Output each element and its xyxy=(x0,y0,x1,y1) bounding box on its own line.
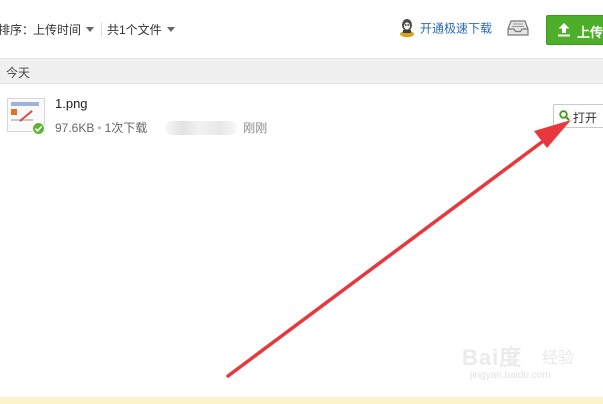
baidu-jingyan-watermark: Bai度 经验 jingyan.baidu.com xyxy=(462,334,602,390)
upload-label: 上传 xyxy=(577,25,603,40)
check-icon xyxy=(32,122,45,135)
speed-download-label: 开通极速下载 xyxy=(420,21,493,36)
open-button[interactable]: 打开 xyxy=(553,104,603,128)
watermark-jingyan: 经验 xyxy=(542,350,575,367)
file-toolbar: 排序： 上传时间 共1个文件 开通极速下载 上传 xyxy=(0,0,603,59)
chevron-down-icon xyxy=(166,27,175,32)
open-label: 打开 xyxy=(573,111,598,125)
download-count: 1次下载 xyxy=(104,121,148,135)
watermark-url: jingyan.baidu.com xyxy=(470,370,551,381)
chevron-down-icon xyxy=(86,27,95,32)
magnifier-icon xyxy=(559,110,570,121)
upload-button[interactable]: 上传 xyxy=(546,15,603,45)
file-count: 共1个文件 xyxy=(107,23,162,37)
offline-download-button[interactable] xyxy=(507,18,529,41)
tray-icon xyxy=(507,20,529,36)
date-group-header: 今天 xyxy=(0,59,603,84)
sort-label: 排序： xyxy=(0,23,35,37)
sort-value: 上传时间 xyxy=(33,23,82,37)
upload-icon xyxy=(558,23,570,37)
toolbar-divider xyxy=(101,22,102,36)
file-count-dropdown[interactable]: 共1个文件 xyxy=(107,21,175,38)
file-size: 97.6KB xyxy=(55,121,95,135)
file-row[interactable]: 1.png 97.6KB • 1次下载 刚刚 xyxy=(0,84,603,144)
sort-dropdown[interactable]: 上传时间 xyxy=(33,21,95,38)
file-meta: 97.6KB • 1次下载 刚刚 xyxy=(55,119,267,136)
speed-download-link[interactable]: 开通极速下载 xyxy=(398,18,492,38)
meta-separator: • xyxy=(97,121,102,135)
bottom-notice-strip xyxy=(0,397,603,404)
date-group-title: 今天 xyxy=(6,66,31,80)
upload-time: 刚刚 xyxy=(243,121,268,135)
watermark-brand: Bai度 xyxy=(462,345,523,370)
speed-download-icon xyxy=(400,19,414,38)
blurred-region xyxy=(165,121,238,135)
file-name[interactable]: 1.png xyxy=(55,96,88,111)
